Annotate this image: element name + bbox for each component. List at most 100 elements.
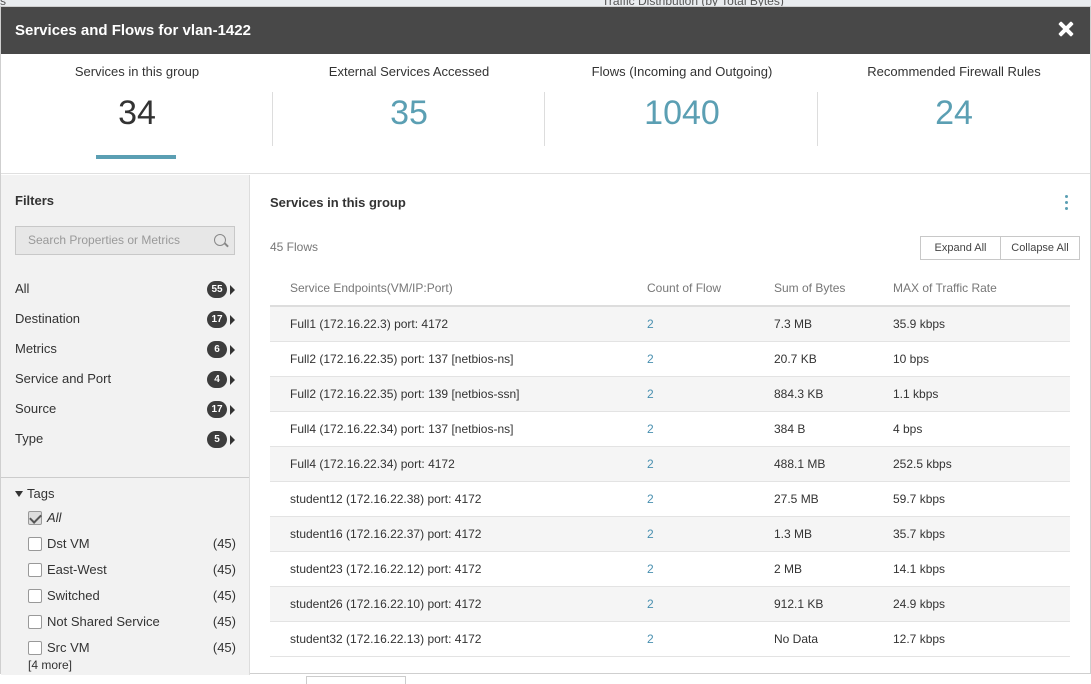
cell-endpoint: Full2 (172.16.22.35) port: 137 [netbios-… <box>270 341 647 377</box>
filters-sidebar: Filters Search Properties or Metrics All… <box>1 175 250 675</box>
chevron-right-icon <box>230 315 235 325</box>
stat-external-services[interactable]: External Services Accessed 35 <box>273 54 545 174</box>
tag-dst-vm-checkbox[interactable]: Dst VM (45) <box>28 535 236 555</box>
cell-bytes: No Data <box>774 621 893 657</box>
checkbox[interactable] <box>28 537 42 551</box>
flow-count-link[interactable]: 2 <box>647 597 654 611</box>
filter-source[interactable]: Source 17 <box>15 399 235 421</box>
table-row[interactable]: student16 (172.16.22.37) port: 4172 2 1.3 … <box>270 516 1070 552</box>
cell-flow-count: 2 <box>647 411 774 447</box>
filter-destination[interactable]: Destination 17 <box>15 309 235 331</box>
table-row[interactable]: Full4 (172.16.22.34) port: 4172 2 488.1 MB… <box>270 446 1070 482</box>
flow-count-link[interactable]: 2 <box>647 632 654 646</box>
tag-not-shared-service-checkbox[interactable]: Not Shared Service (45) <box>28 613 236 633</box>
expand-all-button[interactable]: Expand All <box>920 236 1001 260</box>
tag-east-west-checkbox[interactable]: East-West (45) <box>28 561 236 581</box>
flow-count-link[interactable]: 2 <box>647 562 654 576</box>
table-row[interactable]: student12 (172.16.22.38) port: 4172 2 27.5… <box>270 481 1070 517</box>
stat-value: 24 <box>935 94 973 132</box>
filter-search-input[interactable]: Search Properties or Metrics <box>15 226 235 255</box>
tag-label: Src VM <box>47 640 90 655</box>
column-header-bytes[interactable]: Sum of Bytes <box>774 270 893 307</box>
checkbox[interactable] <box>28 641 42 655</box>
tag-count: (45) <box>212 588 236 603</box>
more-tags-link[interactable]: [4 more] <box>28 658 72 672</box>
column-header-endpoints[interactable]: Service Endpoints(VM/IP:Port) <box>270 270 647 307</box>
cell-bytes: 7.3 MB <box>774 306 893 342</box>
close-icon[interactable] <box>1056 19 1076 39</box>
pager-control[interactable] <box>306 676 406 684</box>
cell-traffic-rate: 24.9 kbps <box>893 586 1070 622</box>
cell-endpoint: Full2 (172.16.22.35) port: 139 [netbios-… <box>270 376 647 412</box>
flow-count-link[interactable]: 2 <box>647 457 654 471</box>
services-table: Service Endpoints(VM/IP:Port) Count of F… <box>270 270 1070 657</box>
table-row[interactable]: Full2 (172.16.22.35) port: 139 [netbios-… <box>270 376 1070 412</box>
cell-bytes: 20.7 KB <box>774 341 893 377</box>
checkbox[interactable] <box>28 615 42 629</box>
table-row[interactable]: student26 (172.16.22.10) port: 4172 2 912.… <box>270 586 1070 622</box>
cell-traffic-rate: 10 bps <box>893 341 1070 377</box>
table-row[interactable]: Full2 (172.16.22.35) port: 137 [netbios-… <box>270 341 1070 377</box>
filters-title: Filters <box>15 193 55 208</box>
checkbox-checked[interactable] <box>28 511 42 525</box>
chevron-right-icon <box>230 285 235 295</box>
tag-count: (45) <box>212 562 236 577</box>
table-row[interactable]: student32 (172.16.22.13) port: 4172 2 No D… <box>270 621 1070 657</box>
flow-count-link[interactable]: 2 <box>647 492 654 506</box>
modal-header: Services and Flows for vlan-1422 <box>1 7 1090 54</box>
filter-count-badge: 6 <box>207 341 227 358</box>
checkbox[interactable] <box>28 589 42 603</box>
column-header-traffic-rate[interactable]: MAX of Traffic Rate <box>893 270 1070 307</box>
flow-count-link[interactable]: 2 <box>647 422 654 436</box>
filter-label: Service and Port <box>15 371 112 386</box>
filter-service-and-port[interactable]: Service and Port 4 <box>15 369 235 391</box>
cell-endpoint: Full4 (172.16.22.34) port: 4172 <box>270 446 647 482</box>
table-row[interactable]: Full4 (172.16.22.34) port: 137 [netbios-… <box>270 411 1070 447</box>
flow-count-link[interactable]: 2 <box>647 387 654 401</box>
tag-src-vm-checkbox[interactable]: Src VM (45) <box>28 639 236 659</box>
flow-count-link[interactable]: 2 <box>647 352 654 366</box>
column-header-count[interactable]: Count of Flow <box>647 270 774 307</box>
stat-value: 35 <box>390 94 428 132</box>
tag-label: Switched <box>47 588 100 603</box>
filter-count-badge: 55 <box>207 281 227 298</box>
chevron-right-icon <box>230 435 235 445</box>
stat-services-in-group[interactable]: Services in this group 34 <box>1 54 273 174</box>
cell-bytes: 884.3 KB <box>774 376 893 412</box>
cell-traffic-rate: 1.1 kbps <box>893 376 1070 412</box>
filter-type[interactable]: Type 5 <box>15 429 235 451</box>
stat-flows[interactable]: Flows (Incoming and Outgoing) 1040 <box>546 54 818 174</box>
tag-all-checkbox[interactable]: All <box>28 509 236 529</box>
flow-count-link[interactable]: 2 <box>647 317 654 331</box>
table-row[interactable]: Full1 (172.16.22.3) port: 4172 2 7.3 MB 35.… <box>270 306 1070 342</box>
services-flows-modal: Services and Flows for vlan-1422 Service… <box>0 6 1091 684</box>
cell-traffic-rate: 35.9 kbps <box>893 306 1070 342</box>
checkbox[interactable] <box>28 563 42 577</box>
tag-switched-checkbox[interactable]: Switched (45) <box>28 587 236 607</box>
collapse-all-button[interactable]: Collapse All <box>1000 236 1080 260</box>
stat-firewall-rules[interactable]: Recommended Firewall Rules 24 <box>818 54 1090 174</box>
modal-title: Services and Flows for vlan-1422 <box>15 22 251 39</box>
cell-bytes: 384 B <box>774 411 893 447</box>
more-options-icon[interactable] <box>1064 195 1070 213</box>
cell-traffic-rate: 59.7 kbps <box>893 481 1070 517</box>
chevron-right-icon <box>230 405 235 415</box>
flow-count-link[interactable]: 2 <box>647 527 654 541</box>
summary-stats: Services in this group 34 External Servi… <box>1 54 1090 174</box>
cell-bytes: 2 MB <box>774 551 893 587</box>
cell-bytes: 27.5 MB <box>774 481 893 517</box>
cell-flow-count: 2 <box>647 516 774 552</box>
cell-endpoint: student32 (172.16.22.13) port: 4172 <box>270 621 647 657</box>
tag-label: Dst VM <box>47 536 90 551</box>
cell-flow-count: 2 <box>647 586 774 622</box>
search-placeholder: Search Properties or Metrics <box>28 233 181 247</box>
filter-all[interactable]: All 55 <box>15 279 235 301</box>
tags-section-toggle[interactable]: Tags <box>15 486 54 501</box>
filter-metrics[interactable]: Metrics 6 <box>15 339 235 361</box>
table-row[interactable]: student23 (172.16.22.12) port: 4172 2 2 MB… <box>270 551 1070 587</box>
tag-label: East-West <box>47 562 107 577</box>
search-icon[interactable] <box>214 234 226 246</box>
stat-label: External Services Accessed <box>328 64 490 79</box>
cell-endpoint: Full1 (172.16.22.3) port: 4172 <box>270 306 647 342</box>
cell-traffic-rate: 252.5 kbps <box>893 446 1070 482</box>
